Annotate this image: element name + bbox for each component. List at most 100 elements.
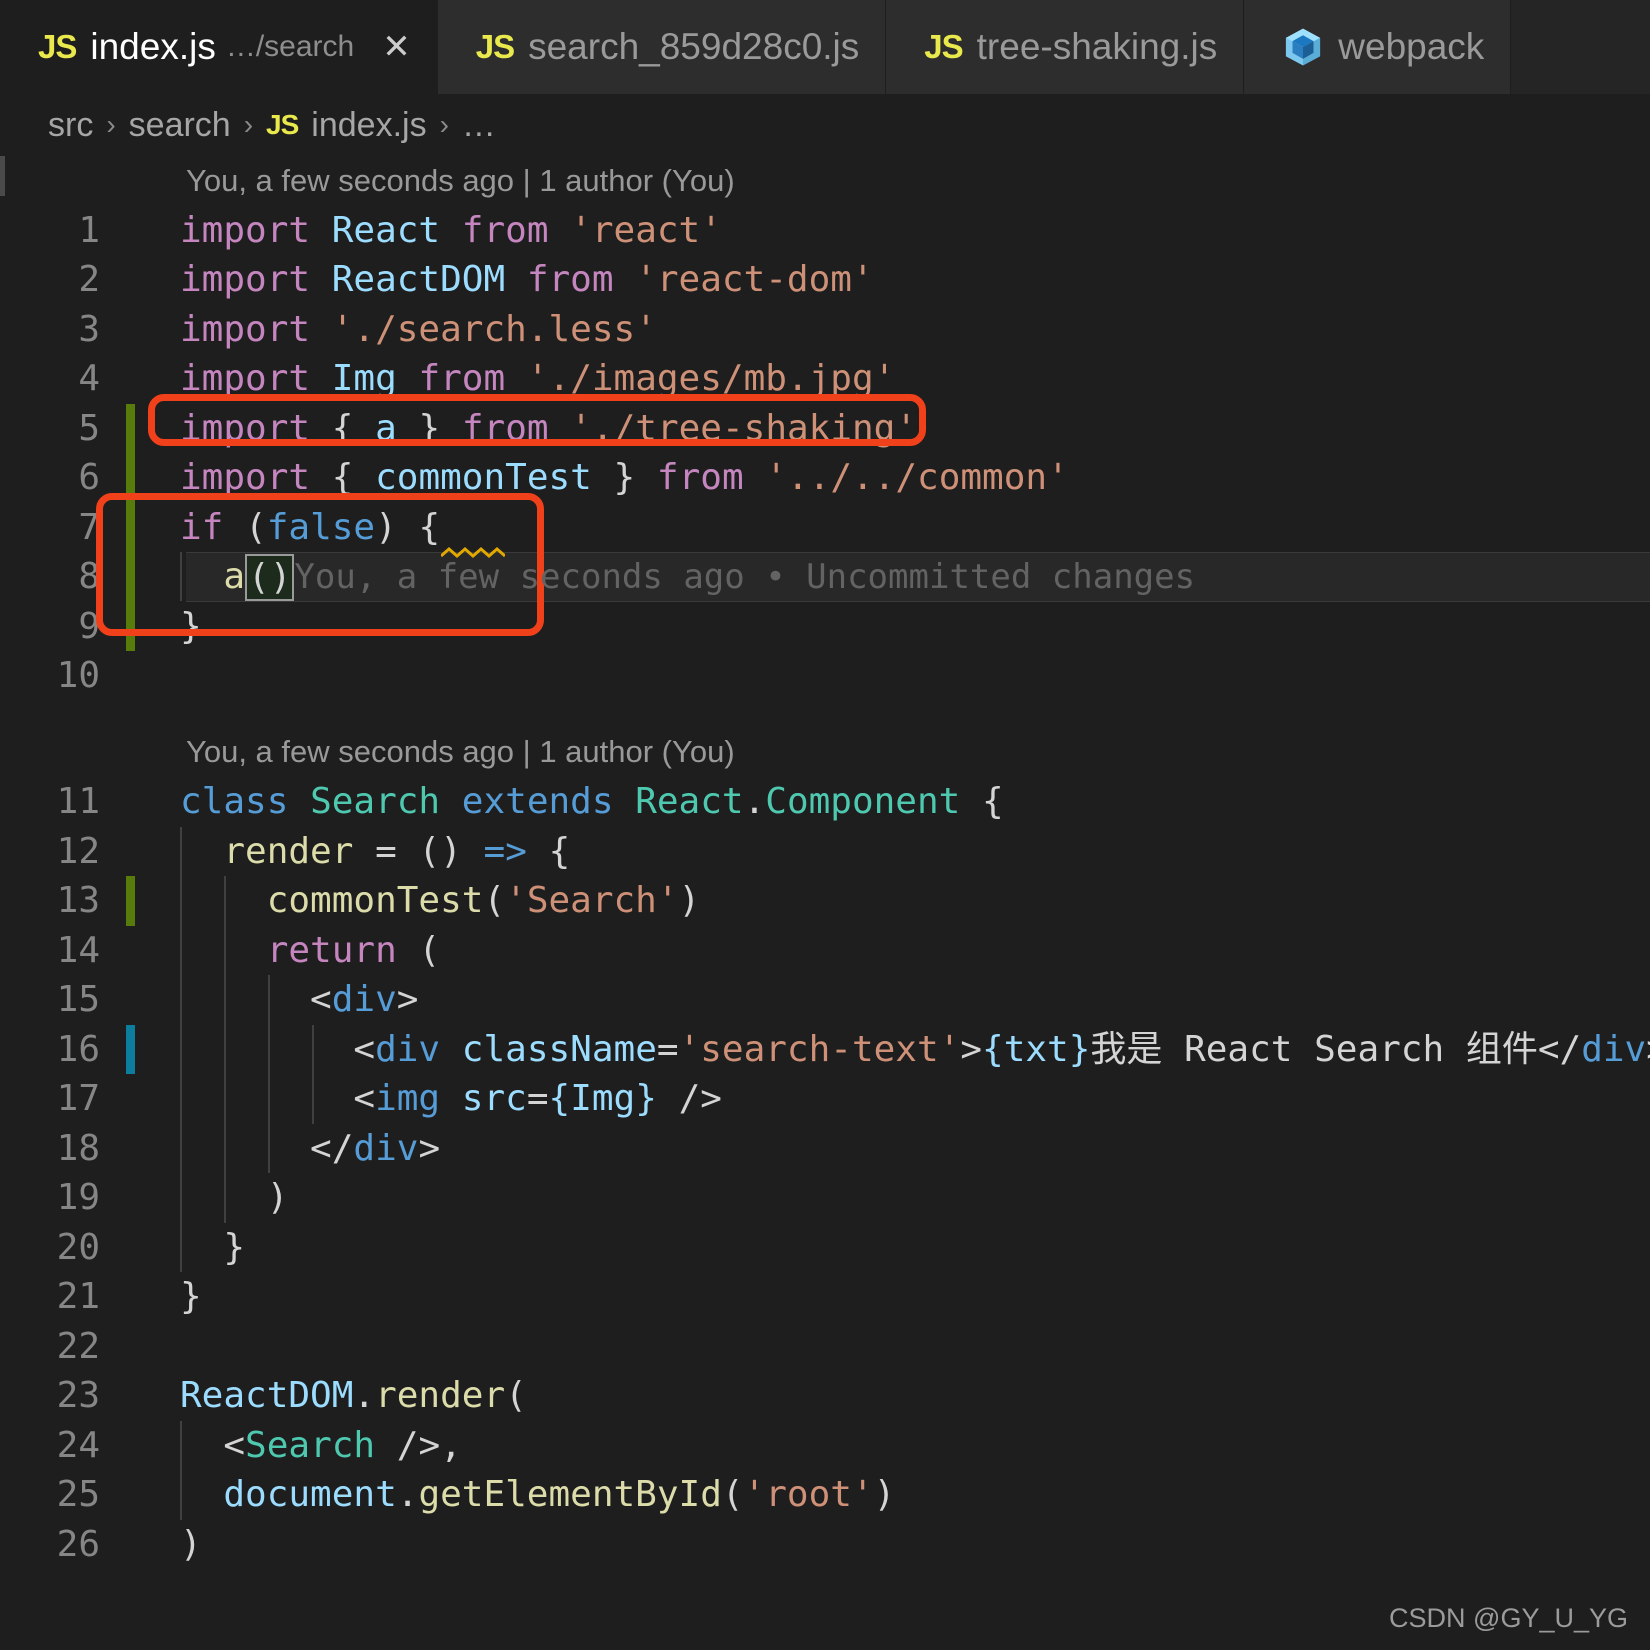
line-content[interactable]: import React from 'react' xyxy=(122,206,1650,256)
code-line-3[interactable]: 3 import './search.less' xyxy=(0,305,1650,355)
tab-label: search_859d28c0.js xyxy=(528,26,860,67)
code-line-24[interactable]: 24 <Search />, xyxy=(0,1420,1650,1470)
code-line-9[interactable]: 9 } xyxy=(0,601,1650,652)
tab-tree-shaking-js[interactable]: JS tree-shaking.js xyxy=(886,0,1245,94)
breadcrumb-item-symbol[interactable]: … xyxy=(462,106,496,145)
line-content[interactable]: import ReactDOM from 'react-dom' xyxy=(122,255,1650,305)
line-content[interactable]: ) xyxy=(122,1520,1650,1570)
line-content[interactable]: <div> xyxy=(122,975,1650,1025)
code-line-13[interactable]: 13 commonTest('Search') xyxy=(0,876,1650,926)
code-line-7[interactable]: 7 if (false) { xyxy=(0,502,1650,553)
js-file-icon: JS xyxy=(266,109,299,140)
breadcrumb-item-src[interactable]: src xyxy=(48,106,93,145)
line-number: 24 xyxy=(56,1424,100,1466)
line-number: 1 xyxy=(78,209,100,251)
js-file-icon: JS xyxy=(38,28,77,65)
tab-search-hashed-js[interactable]: JS search_859d28c0.js xyxy=(437,0,887,94)
line-content[interactable]: } xyxy=(122,602,1650,652)
webpack-icon xyxy=(1282,26,1324,68)
code-line-17[interactable]: 17 <img src={Img} /> xyxy=(0,1074,1650,1124)
line-number: 3 xyxy=(78,308,100,350)
tab-webpack[interactable]: webpack xyxy=(1244,0,1512,94)
code-line-20[interactable]: 20 } xyxy=(0,1222,1650,1272)
line-number: 6 xyxy=(78,457,100,499)
tab-label: webpack xyxy=(1338,26,1485,67)
line-content[interactable]: import './search.less' xyxy=(122,305,1650,355)
breadcrumb-item-index-js[interactable]: index.js xyxy=(311,106,426,145)
error-squiggle-icon xyxy=(441,546,506,558)
code-line-19[interactable]: 19 ) xyxy=(0,1173,1650,1223)
line-number: 22 xyxy=(56,1325,100,1367)
line-content[interactable]: import Img from './images/mb.jpg' xyxy=(122,354,1650,404)
line-content[interactable]: <Search />, xyxy=(122,1420,1650,1470)
breadcrumb: src › search › JS index.js › … xyxy=(0,94,1650,156)
close-icon[interactable]: ✕ xyxy=(382,30,411,64)
code-line-18[interactable]: 18 </div> xyxy=(0,1123,1650,1173)
git-blame-header-class: You, a few seconds ago | 1 author (You) xyxy=(186,734,735,770)
line-number: 12 xyxy=(56,830,100,872)
line-number: 21 xyxy=(56,1276,100,1318)
chevron-right-icon: › xyxy=(243,109,254,140)
code-line-25[interactable]: 25 document.getElementById('root') xyxy=(0,1470,1650,1520)
code-line-22[interactable]: 22 xyxy=(0,1322,1650,1372)
code-line-4[interactable]: 4 import Img from './images/mb.jpg' xyxy=(0,354,1650,404)
line-content[interactable]: import { a } from './tree-shaking' xyxy=(122,404,1650,454)
line-content[interactable]: class Search extends React.Component { xyxy=(122,777,1650,827)
line-content[interactable]: ReactDOM.render( xyxy=(122,1371,1650,1421)
js-file-icon: JS xyxy=(924,28,963,65)
line-number: 14 xyxy=(56,929,100,971)
code-line-6[interactable]: 6 import { commonTest } from '../../comm… xyxy=(0,453,1650,503)
code-editor[interactable]: You, a few seconds ago | 1 author (You) … xyxy=(0,156,1650,1650)
code-line-11[interactable]: 11 class Search extends React.Component … xyxy=(0,777,1650,827)
breadcrumb-item-search[interactable]: search xyxy=(129,106,231,145)
line-number: 23 xyxy=(56,1375,100,1417)
line-content[interactable]: } xyxy=(122,1272,1650,1322)
line-content[interactable]: </div> xyxy=(122,1123,1650,1173)
scrollbar-edge[interactable] xyxy=(0,156,5,196)
line-content[interactable]: <div className='search-text'>{txt}我是 Rea… xyxy=(122,1024,1650,1074)
line-content[interactable]: if (false) { xyxy=(122,503,1650,553)
code-line-14[interactable]: 14 return ( xyxy=(0,925,1650,975)
line-content[interactable]: ) xyxy=(122,1173,1650,1223)
js-file-icon: JS xyxy=(475,28,515,65)
blame-spacer xyxy=(0,701,1650,728)
line-number: 11 xyxy=(56,781,100,823)
line-number: 15 xyxy=(56,979,100,1021)
line-number: 2 xyxy=(78,259,100,301)
code-line-10[interactable]: 10 xyxy=(0,651,1650,701)
code-line-2[interactable]: 2 import ReactDOM from 'react-dom' xyxy=(0,255,1650,305)
git-blame-header-top: You, a few seconds ago | 1 author (You) xyxy=(186,162,735,198)
code-line-8[interactable]: 8 a ()You, a few seconds ago • Uncommitte… xyxy=(0,546,1650,603)
line-number: 20 xyxy=(56,1226,100,1268)
tab-label: tree-shaking.js xyxy=(976,26,1218,67)
line-number: 18 xyxy=(56,1127,100,1169)
code-line-23[interactable]: 23 ReactDOM.render( xyxy=(0,1371,1650,1421)
chevron-right-icon: › xyxy=(439,109,449,140)
code-line-21[interactable]: 21 } xyxy=(0,1272,1650,1322)
line-content[interactable]: import { commonTest } from '../../common… xyxy=(122,453,1650,503)
code-line-16[interactable]: 16 <div className='search-text'>{txt}我是 … xyxy=(0,1024,1650,1074)
line-content[interactable]: <img src={Img} /> xyxy=(122,1074,1650,1124)
line-content[interactable]: commonTest('Search') xyxy=(122,876,1650,926)
code-line-12[interactable]: 12 render = () => { xyxy=(0,826,1650,876)
line-content[interactable]: } xyxy=(122,1222,1650,1272)
line-number: 16 xyxy=(56,1028,100,1070)
line-content[interactable]: document.getElementById('root') xyxy=(122,1470,1650,1520)
line-number: 9 xyxy=(78,605,100,647)
editor-tab-bar: JS index.js …/search ✕ JS search_859d28c… xyxy=(0,0,1650,94)
line-content[interactable]: return ( xyxy=(122,925,1650,975)
line-number: 4 xyxy=(78,358,100,400)
tab-description: …/search xyxy=(225,30,355,63)
line-number: 25 xyxy=(56,1474,100,1516)
code-line-1[interactable]: 1 import React from 'react' xyxy=(0,206,1650,256)
tab-index-js[interactable]: JS index.js …/search ✕ xyxy=(0,0,438,94)
line-number: 5 xyxy=(78,407,100,449)
text-selection-box[interactable]: () xyxy=(245,554,295,601)
code-line-26[interactable]: 26 ) xyxy=(0,1520,1650,1570)
line-content[interactable]: render = () => { xyxy=(122,826,1650,876)
line-content[interactable]: a ()You, a few seconds ago • Uncommitted … xyxy=(122,546,1650,603)
code-line-15[interactable]: 15 <div> xyxy=(0,975,1650,1025)
code-line-5[interactable]: 5 import { a } from './tree-shaking' xyxy=(0,403,1650,454)
watermark: CSDN @GY_U_YG xyxy=(1389,1603,1628,1633)
line-number: 13 xyxy=(56,880,100,922)
